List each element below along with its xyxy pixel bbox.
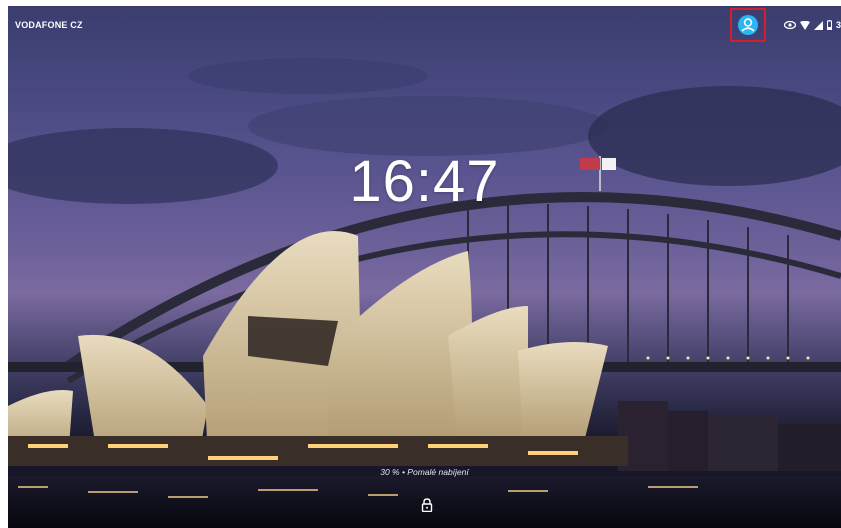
wifi-icon xyxy=(800,20,810,30)
status-icons: 30 xyxy=(784,18,841,32)
eye-icon xyxy=(784,20,796,30)
lock-icon[interactable] xyxy=(420,498,434,512)
battery-icon xyxy=(827,20,832,30)
lockscreen: VODAFONE CZ 30 xyxy=(8,6,841,528)
signal-icon xyxy=(814,20,823,30)
battery-percentage: 30 xyxy=(836,20,841,30)
wallpaper-image xyxy=(8,58,841,528)
carrier-label: VODAFONE CZ xyxy=(15,20,83,30)
user-account-icon xyxy=(738,15,758,35)
user-account-button[interactable] xyxy=(730,8,766,42)
charging-status: 30 % • Pomalé nabíjení xyxy=(380,467,469,477)
lockscreen-clock: 16:47 xyxy=(349,149,500,214)
status-bar: VODAFONE CZ 30 xyxy=(8,6,841,46)
